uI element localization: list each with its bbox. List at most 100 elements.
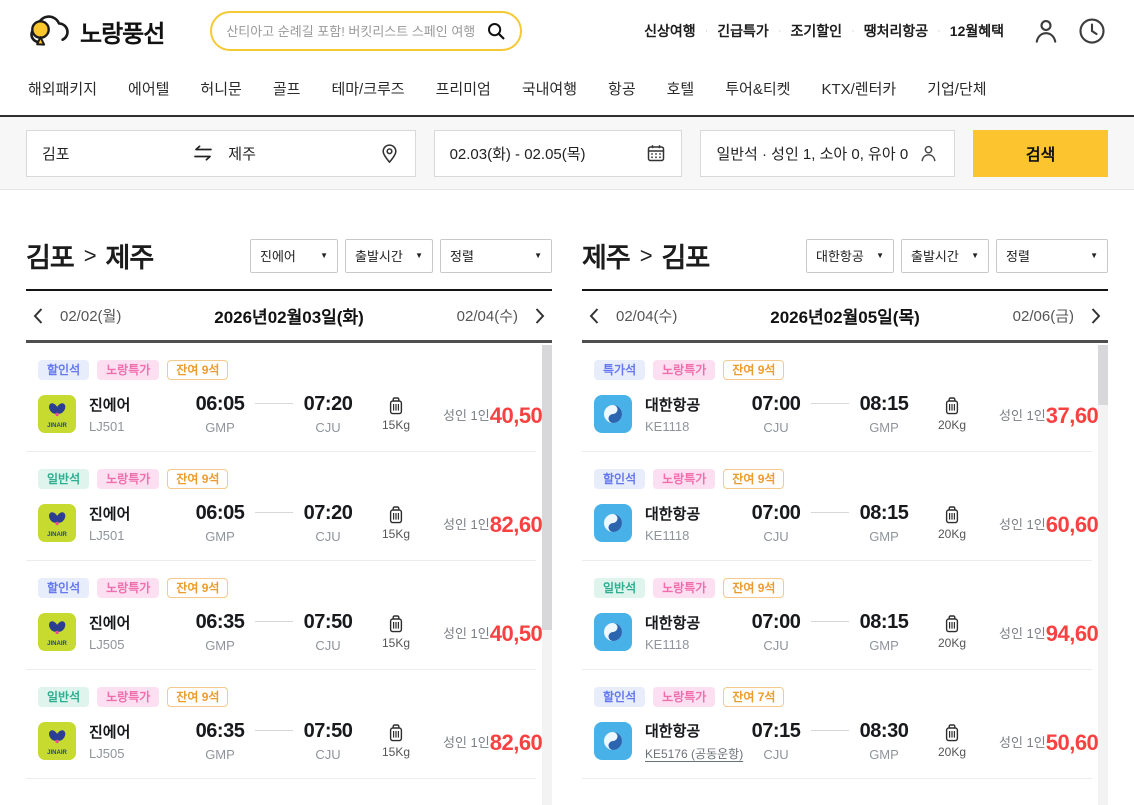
flight-number: LJ501 (89, 528, 187, 543)
flight-number: LJ505 (89, 746, 187, 761)
flight-card[interactable]: 할인석 노랑특가 잔여 9석 JINAIR 진에어 LJ505 06:35 GM… (26, 561, 536, 670)
arrival-airport: CJU (295, 420, 361, 435)
flight-card[interactable]: 특가석 노랑특가 잔여 9석 대한항공 KE1118 07:00 CJU (582, 343, 1092, 452)
cabin-passenger-selector[interactable]: 일반석 · 성인 1, 소아 0, 유아 0 (700, 130, 955, 177)
flight-card[interactable]: 일반석 노랑특가 잔여 9석 JINAIR 진에어 LJ505 06:35 GM… (26, 670, 536, 779)
quick-link[interactable]: 12월혜택 (950, 21, 1004, 41)
seats-left-badge: 잔여 9석 (723, 578, 784, 598)
baggage-icon (371, 396, 421, 416)
date-range-selector[interactable]: 02.03(화) - 02.05(목) (434, 130, 683, 177)
flight-card[interactable]: 일반석 노랑특가 잔여 9석 JINAIR 진에어 LJ501 06:05 GM… (26, 452, 536, 561)
nav-item[interactable]: 항공 (608, 78, 636, 99)
search-icon[interactable] (486, 21, 506, 41)
departure-airport: CJU (743, 638, 809, 653)
departure-airport: CJU (743, 420, 809, 435)
route-to: 제주 (106, 236, 154, 275)
baggage-allowance: 15Kg (371, 636, 421, 650)
route-selector[interactable]: 김포 제주 (26, 130, 416, 177)
chevron-down-icon: ▼ (534, 251, 542, 260)
arrival-time: 07:20 (295, 393, 361, 416)
baggage-allowance: 20Kg (927, 527, 977, 541)
outbound-column: 김포 > 제주 진에어 ▼ 출발시간 ▼ 정렬 ▼ (26, 236, 552, 805)
prev-date-chevron-icon[interactable] (32, 307, 44, 325)
flight-card[interactable]: 일반석 노랑특가 잔여 9석 대한항공 KE1118 07:00 CJU (582, 561, 1092, 670)
nav-item[interactable]: 허니문 (200, 78, 241, 99)
inbound-date-nav: 02/04(수) 2026년02월05일(목) 02/06(금) (582, 291, 1108, 343)
outbound-route-title: 김포 > 제주 (26, 236, 153, 275)
arrival-airport: GMP (851, 529, 917, 544)
baggage-allowance: 15Kg (371, 527, 421, 541)
baggage-icon (371, 505, 421, 525)
departure-airport: GMP (187, 420, 253, 435)
arrival-time: 07:20 (295, 502, 361, 525)
flight-card[interactable]: 할인석 노랑특가 잔여 9석 JINAIR 진에어 LJ501 06:05 GM… (26, 343, 536, 452)
date-range-value: 02.03(화) - 02.05(목) (450, 143, 586, 164)
next-date[interactable]: 02/06(금) (1013, 305, 1074, 326)
baggage-icon (371, 614, 421, 634)
svg-text:JINAIR: JINAIR (47, 641, 67, 647)
nav-item[interactable]: 호텔 (667, 78, 695, 99)
seats-left-badge: 잔여 9석 (167, 578, 228, 598)
arrival-city[interactable]: 제주 (228, 143, 378, 164)
prev-date-chevron-icon[interactable] (588, 307, 600, 325)
nav-item[interactable]: 투어&티켓 (725, 78, 790, 99)
next-date[interactable]: 02/04(수) (457, 305, 518, 326)
dot-separator: · (851, 25, 855, 37)
header-search-box[interactable] (210, 11, 522, 51)
seat-class-badge: 할인석 (594, 687, 645, 707)
flight-number: KE1118 (645, 637, 743, 652)
arrival-time: 08:30 (851, 720, 917, 743)
seat-class-badge: 할인석 (38, 578, 89, 598)
brand-logo[interactable]: 노랑풍선 (26, 13, 164, 49)
passenger-icon (918, 143, 939, 164)
prev-date[interactable]: 02/02(월) (60, 305, 121, 326)
airline-filter-select[interactable]: 진에어 ▼ (250, 239, 338, 273)
next-date-chevron-icon[interactable] (534, 307, 546, 325)
arrival-time: 07:50 (295, 720, 361, 743)
departure-time-filter-select[interactable]: 출발시간 ▼ (901, 239, 989, 273)
flight-search-bar: 김포 제주 02.03(화) - 02.05(목) 일반석 · 성인 1, 소아… (0, 117, 1134, 190)
next-date-chevron-icon[interactable] (1090, 307, 1102, 325)
sort-select[interactable]: 정렬 ▼ (440, 239, 552, 273)
quick-link[interactable]: 긴급특가 (717, 21, 769, 41)
nav-item[interactable]: KTX/렌터카 (821, 78, 896, 99)
departure-time-filter-select[interactable]: 출발시간 ▼ (345, 239, 433, 273)
header-search-input[interactable] (226, 24, 486, 39)
user-icon[interactable] (1030, 15, 1062, 47)
baggage-icon (371, 723, 421, 743)
quick-link[interactable]: 신상여행 (644, 21, 696, 41)
nav-item[interactable]: 해외패키지 (28, 78, 97, 99)
departure-city[interactable]: 김포 (42, 143, 192, 164)
fare-per-pax: 성인 1인 (999, 623, 1046, 642)
flight-number-codeshare[interactable]: KE5176 (공동운항) (645, 745, 743, 762)
departure-time: 07:00 (743, 502, 809, 525)
quick-link[interactable]: 땡처리항공 (864, 21, 928, 41)
scrollbar-thumb[interactable] (1098, 345, 1108, 405)
sort-select[interactable]: 정렬 ▼ (996, 239, 1108, 273)
airline-filter-select[interactable]: 대한항공 ▼ (806, 239, 894, 273)
route-line (811, 730, 849, 731)
search-button[interactable]: 검색 (973, 130, 1108, 177)
recent-history-clock-icon[interactable] (1076, 15, 1108, 47)
scrollbar-thumb[interactable] (542, 345, 552, 630)
chevron-down-icon: ▼ (415, 251, 423, 260)
koreanair-logo (594, 722, 632, 760)
baggage-allowance: 20Kg (927, 745, 977, 759)
location-pin-icon (379, 143, 400, 164)
seats-left-badge: 잔여 9석 (167, 687, 228, 707)
flight-card[interactable]: 할인석 노랑특가 잔여 9석 대한항공 KE1118 07:00 CJU (582, 452, 1092, 561)
route-line (255, 730, 293, 731)
swap-route-icon[interactable] (192, 144, 214, 162)
prev-date[interactable]: 02/04(수) (616, 305, 677, 326)
nav-item[interactable]: 국내여행 (522, 78, 577, 99)
quick-link[interactable]: 조기할인 (791, 21, 843, 41)
flight-card[interactable]: 할인석 노랑특가 잔여 7석 대한항공 KE5176 (공동운항) 07:15 … (582, 670, 1092, 779)
nav-item[interactable]: 에어텔 (128, 78, 169, 99)
nav-item[interactable]: 골프 (273, 78, 301, 99)
seat-class-badge: 일반석 (38, 687, 89, 707)
nav-item[interactable]: 프리미엄 (436, 78, 491, 99)
arrival-time: 07:50 (295, 611, 361, 634)
nav-item[interactable]: 기업/단체 (927, 78, 986, 99)
outbound-date-nav: 02/02(월) 2026년02월03일(화) 02/04(수) (26, 291, 552, 343)
nav-item[interactable]: 테마/크루즈 (331, 78, 404, 99)
